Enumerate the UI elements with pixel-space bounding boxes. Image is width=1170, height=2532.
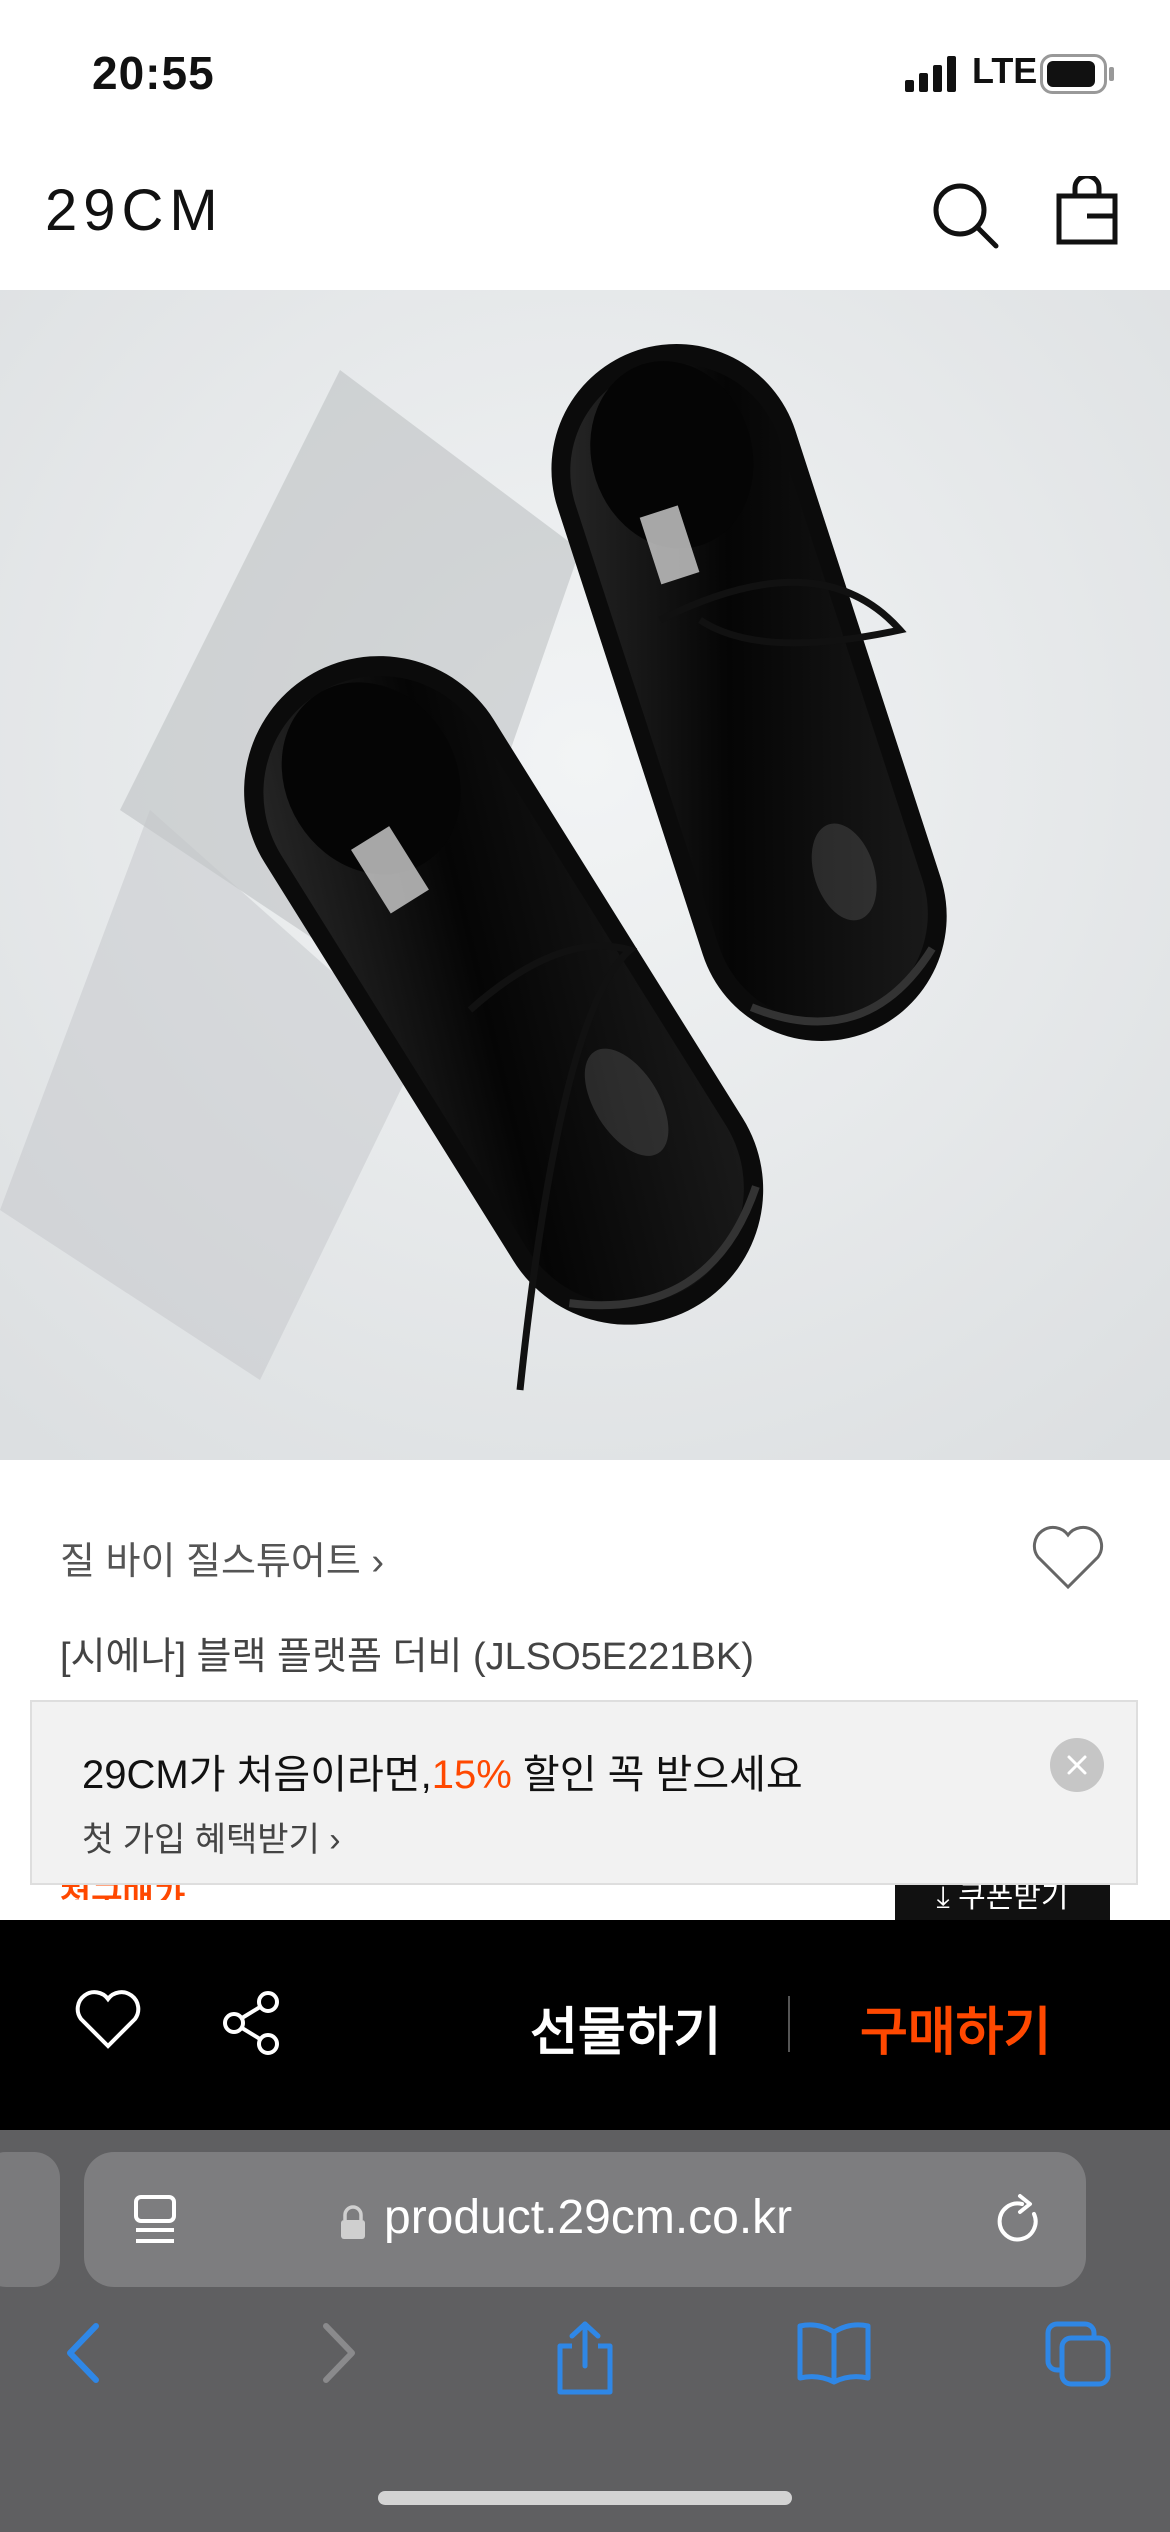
lock-icon — [341, 2205, 365, 2239]
share-icon[interactable] — [220, 1990, 284, 2056]
action-divider — [788, 1996, 790, 2052]
signal-icon — [905, 56, 956, 92]
status-time: 20:55 — [92, 47, 215, 99]
back-arrow-icon[interactable] — [62, 2320, 106, 2386]
previous-tab-preview[interactable] — [0, 2152, 60, 2287]
coupon-label: 쿠폰받기 — [958, 1881, 1069, 1914]
reload-icon[interactable] — [992, 2192, 1044, 2248]
gift-button[interactable]: 선물하기 — [530, 1990, 721, 2065]
buy-button[interactable]: 구매하기 — [860, 1990, 1051, 2065]
promo-headline-prefix: 29CM가 처음이라면, — [82, 1753, 432, 1797]
promo-headline: 29CM가 처음이라면,15% 할인 꼭 받으세요 — [82, 1742, 803, 1800]
search-icon[interactable] — [930, 180, 1000, 250]
bookmarks-book-icon[interactable] — [796, 2320, 872, 2386]
shoes-photo — [0, 290, 1170, 1460]
chevron-right-icon: › — [319, 1821, 341, 1859]
promo-discount: 15% — [431, 1753, 512, 1797]
url-text[interactable]: product.29cm.co.kr — [384, 2190, 792, 2245]
shopping-bag-icon[interactable] — [1055, 176, 1119, 246]
like-heart-icon[interactable] — [75, 1990, 141, 2050]
brand-link[interactable]: 질 바이 질스튜어트 › — [60, 1530, 384, 1585]
download-icon: ⤓ — [936, 1881, 959, 1914]
product-title: [시에나] 블랙 플랫폼 더비 (JLSO5E221BK) — [60, 1636, 754, 1678]
brand-name: 질 바이 질스튜어트 — [60, 1541, 361, 1583]
close-icon[interactable] — [1050, 1738, 1104, 1792]
share-sheet-icon[interactable] — [550, 2320, 620, 2396]
chevron-right-icon: › — [360, 1541, 385, 1583]
forward-arrow-icon[interactable] — [316, 2320, 360, 2386]
product-image[interactable] — [0, 290, 1170, 1460]
promo-signup-link[interactable]: 첫 가입 혜택받기 › — [82, 1812, 341, 1861]
home-indicator[interactable] — [378, 2491, 792, 2505]
promo-headline-suffix: 할인 꼭 받으세요 — [511, 1753, 803, 1797]
promo-sub-label: 첫 가입 혜택받기 — [82, 1821, 320, 1859]
brand-logo[interactable]: 29CM — [45, 177, 224, 244]
tabs-overview-icon[interactable] — [1044, 2320, 1114, 2390]
signup-promo-banner[interactable]: 29CM가 처음이라면,15% 할인 꼭 받으세요 첫 가입 혜택받기 › — [30, 1700, 1138, 1885]
page-menu-icon[interactable] — [132, 2194, 180, 2246]
network-label: LTE — [972, 50, 1038, 91]
wishlist-heart-icon[interactable] — [1030, 1525, 1106, 1591]
battery-icon — [1040, 54, 1114, 94]
